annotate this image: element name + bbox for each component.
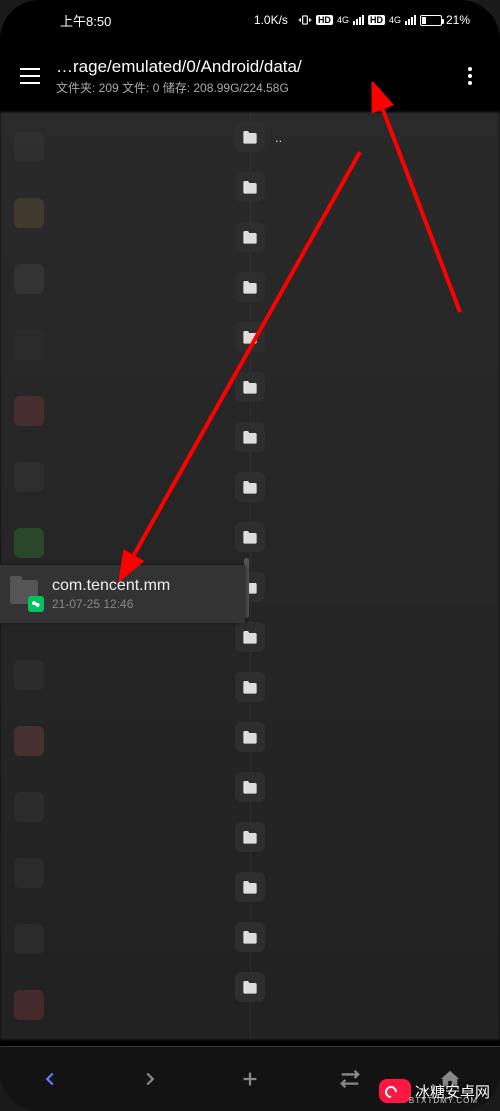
app-icon xyxy=(14,990,44,1020)
app-icon xyxy=(14,264,44,294)
folder-icon xyxy=(235,322,265,352)
list-item-highlighted[interactable]: com.tencent.mm 21-07-25 12:46 xyxy=(0,565,245,623)
back-button[interactable] xyxy=(20,1054,80,1104)
app-icon xyxy=(14,726,44,756)
folder-up[interactable]: .. xyxy=(235,122,265,152)
forward-button[interactable] xyxy=(120,1054,180,1104)
net-type-2: 4G xyxy=(389,15,401,25)
battery-icon xyxy=(420,15,442,26)
item-date: 21-07-25 12:46 xyxy=(52,597,170,611)
watermark: 冰糖安卓网 BTXTDMY.COM xyxy=(379,1079,490,1103)
app-icon xyxy=(14,198,44,228)
watermark-sub: BTXTDMY.COM xyxy=(409,1096,478,1105)
status-time: 上午8:50 xyxy=(60,11,111,30)
folder-item[interactable] xyxy=(235,322,265,352)
breadcrumb-path[interactable]: …rage/emulated/0/Android/data/ xyxy=(56,57,452,77)
folder-item[interactable] xyxy=(235,222,265,252)
folder-item[interactable] xyxy=(235,272,265,302)
folder-item[interactable] xyxy=(235,472,265,502)
item-name: com.tencent.mm xyxy=(52,577,170,595)
folder-item[interactable] xyxy=(235,622,265,652)
watermark-icon xyxy=(379,1079,411,1103)
folder-item[interactable] xyxy=(235,672,265,702)
folder-icon xyxy=(235,172,265,202)
net-type-1: 4G xyxy=(337,15,349,25)
app-icon xyxy=(14,792,44,822)
file-list: .. com.tencent.mm 21-07-25 12:46 xyxy=(0,112,500,1040)
folder-icon xyxy=(235,672,265,702)
folder-item[interactable] xyxy=(235,522,265,552)
status-bar: 上午8:50 1.0K/s HD 4G HD 4G 21% xyxy=(0,0,500,40)
folder-icon xyxy=(235,272,265,302)
folder-icon xyxy=(235,222,265,252)
folder-icon xyxy=(235,872,265,902)
folder-icon xyxy=(235,922,265,952)
folder-icon xyxy=(235,972,265,1002)
transfer-button[interactable] xyxy=(320,1054,380,1104)
add-button[interactable] xyxy=(220,1054,280,1104)
folder-icon xyxy=(235,822,265,852)
folder-icon xyxy=(235,772,265,802)
folder-icon xyxy=(235,122,265,152)
app-icon xyxy=(14,660,44,690)
folder-item[interactable] xyxy=(235,972,265,1002)
app-icon xyxy=(14,924,44,954)
signal-icon-1 xyxy=(353,15,364,25)
vibrate-icon xyxy=(298,13,312,27)
app-icon xyxy=(14,858,44,888)
folder-item[interactable] xyxy=(235,722,265,752)
folder-icon xyxy=(235,722,265,752)
app-header: …rage/emulated/0/Android/data/ 文件夹: 209 … xyxy=(0,40,500,112)
folder-item[interactable] xyxy=(235,772,265,802)
app-icon xyxy=(14,462,44,492)
folder-item[interactable] xyxy=(235,422,265,452)
app-icon xyxy=(14,528,44,558)
hd-badge-2: HD xyxy=(368,15,385,25)
folder-icon xyxy=(10,578,42,610)
network-speed: 1.0K/s xyxy=(254,13,288,27)
menu-icon[interactable] xyxy=(12,60,48,92)
folder-item[interactable] xyxy=(235,822,265,852)
battery-pct: 21% xyxy=(446,13,470,27)
signal-icon-2 xyxy=(405,15,416,25)
app-icon xyxy=(14,132,44,162)
folder-item[interactable] xyxy=(235,372,265,402)
folder-icon xyxy=(235,372,265,402)
app-icon xyxy=(14,330,44,360)
folder-icon xyxy=(235,422,265,452)
wechat-badge-icon xyxy=(28,596,44,612)
folder-item[interactable] xyxy=(235,922,265,952)
folder-item[interactable] xyxy=(235,872,265,902)
folder-item[interactable] xyxy=(235,172,265,202)
hd-badge-1: HD xyxy=(316,15,333,25)
folder-icon xyxy=(235,472,265,502)
storage-stats: 文件夹: 209 文件: 0 储存: 208.99G/224.58G xyxy=(56,79,452,96)
folder-icon xyxy=(235,522,265,552)
app-icon xyxy=(14,396,44,426)
folder-icon xyxy=(235,622,265,652)
more-icon[interactable] xyxy=(452,59,488,93)
folder-up-label: .. xyxy=(275,130,282,145)
